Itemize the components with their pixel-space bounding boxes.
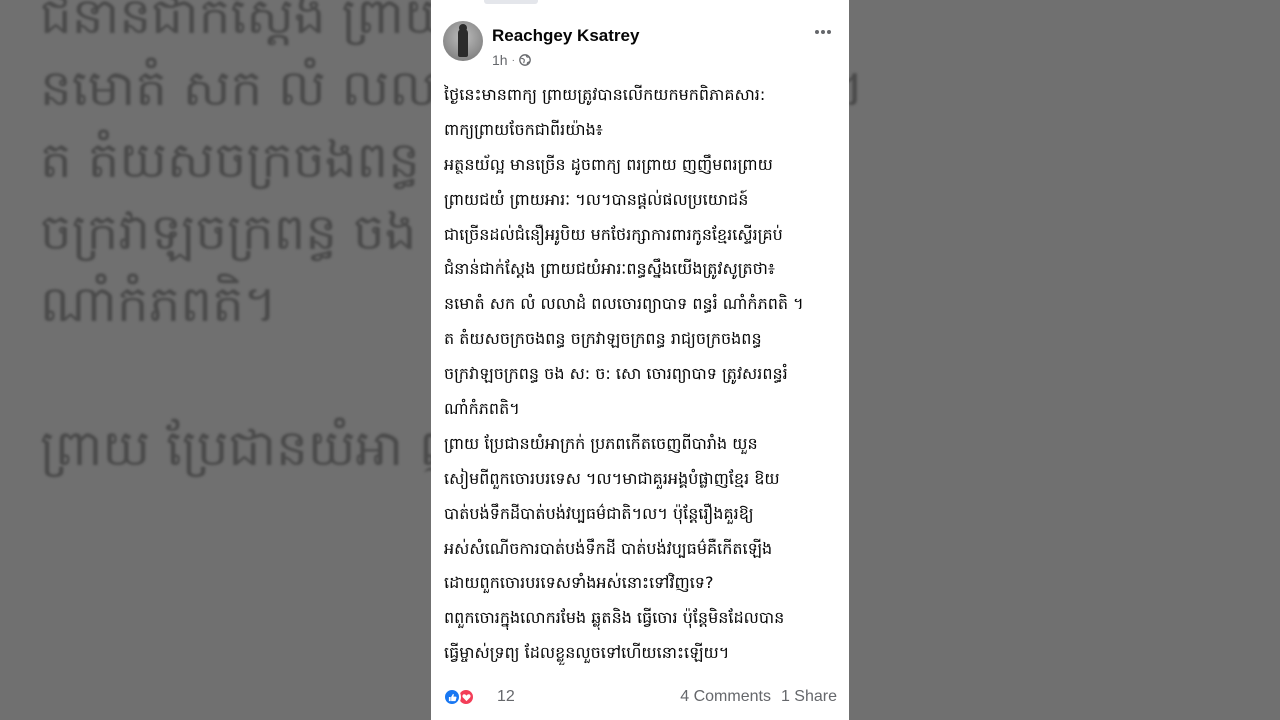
post-text-line: ណាំកំភពតិ។: [444, 399, 520, 419]
reaction-count[interactable]: 12: [497, 688, 515, 706]
more-dot-icon: [827, 30, 831, 34]
more-dot-icon: [821, 30, 825, 34]
avatar-figure-body: [458, 29, 468, 57]
post-text-line: បាត់បង់ទឹកដីបាត់បង់វប្បធម៌ជាតិ។ល។ ប៉ុន្ត…: [444, 503, 754, 523]
reactions-summary[interactable]: 12: [443, 688, 515, 706]
shares-count-link[interactable]: 1 Share: [781, 688, 837, 706]
post-text-line: អត្ថនយ័ល្អ មានច្រើន ដូចពាក្យ ពរព្រាយ ញញឹ…: [444, 154, 773, 174]
post-text-line: ព្រាយជយំ ព្រាយអារៈ ។ល។បានផ្តល់ផលប្រយោជន៍: [444, 189, 749, 209]
engagement-counts: 4 Comments 1 Share: [680, 688, 837, 706]
comments-count-link[interactable]: 4 Comments: [680, 688, 771, 706]
post-text-line: ពពួកចោរក្នុងលោករមែង ឆ្លុតនិង ធ្វើចោរ ប៉ុ…: [444, 608, 785, 628]
facebook-post-card: Reachgey Ksatrey 1h · ថ្ងៃនេះមានពាក្យ ព្…: [431, 0, 849, 720]
more-dot-icon: [815, 30, 819, 34]
post-time[interactable]: 1h: [492, 52, 508, 68]
post-meta: 1h ·: [492, 52, 531, 68]
post-text: ថ្ងៃនេះមានពាក្យ ព្រាយត្រូវបានលើកយកមកពិភា…: [444, 78, 840, 678]
thumbs-up-icon: [448, 693, 457, 701]
post-header: Reachgey Ksatrey 1h ·: [443, 20, 837, 70]
post-text-line: ព្រាយ ប្រែជានយំអាក្រក់ ប្រភពកើតចេញពីបារា…: [444, 433, 758, 453]
like-icon: [443, 688, 461, 706]
post-text-line: អស់សំណើចការបាត់បង់ទឹកដី បាត់បង់វប្បធម៌គឺ…: [444, 538, 773, 558]
post-text-line: ចក្រវាឡចក្រពន្ធ ចង ស: ច: សោ ចោរព្យាបាទ ត…: [444, 364, 788, 384]
post-text-line: ត តំយសចក្រចងពន្ធ ចក្រវាឡចក្រពន្ធ រាជ្យចក…: [444, 329, 762, 349]
post-text-line: ជំនាន់ជាក់ស្តែង ព្រាយជយំអារៈពន្ធស្នឹងយើង…: [444, 259, 775, 279]
post-text-line: នមោតំ សក លំ លលាដំ ពលចោរព្យាបាទ ពន្ធរំ ណា…: [444, 294, 804, 314]
post-text-line: ដោយពួកចោរបរទេសទាំងអស់នោះទៅវិញទេ?: [444, 573, 714, 593]
post-text-line: ពាក្យព្រាយចែកជាពីរយ៉ាង៖: [444, 119, 603, 139]
globe-icon: [519, 54, 531, 66]
post-text-line: ធ្វើម្ចាស់ទ្រព្យ ដែលខ្លួនលួចទៅហើយនោះឡើយ។: [444, 643, 730, 663]
author-name[interactable]: Reachgey Ksatrey: [492, 26, 639, 46]
avatar[interactable]: [443, 21, 483, 61]
meta-separator: ·: [511, 54, 515, 66]
previous-post-stub: [484, 0, 538, 4]
heart-icon: [461, 693, 471, 701]
post-footer: 12 4 Comments 1 Share: [443, 686, 837, 716]
post-text-line: ថ្ងៃនេះមានពាក្យ ព្រាយត្រូវបានលើកយកមកពិភា…: [444, 85, 766, 104]
post-text-line: ជាច្រើនដល់ជំនឿអរូបិយ មកថែរក្សាការពារកូនខ…: [444, 224, 783, 244]
post-text-line: សៀមពីពួកចោរបរទេស ។ល។មាជាគួរអង្គបំផ្លាញខ្…: [444, 468, 780, 488]
more-options-button[interactable]: [809, 22, 837, 42]
